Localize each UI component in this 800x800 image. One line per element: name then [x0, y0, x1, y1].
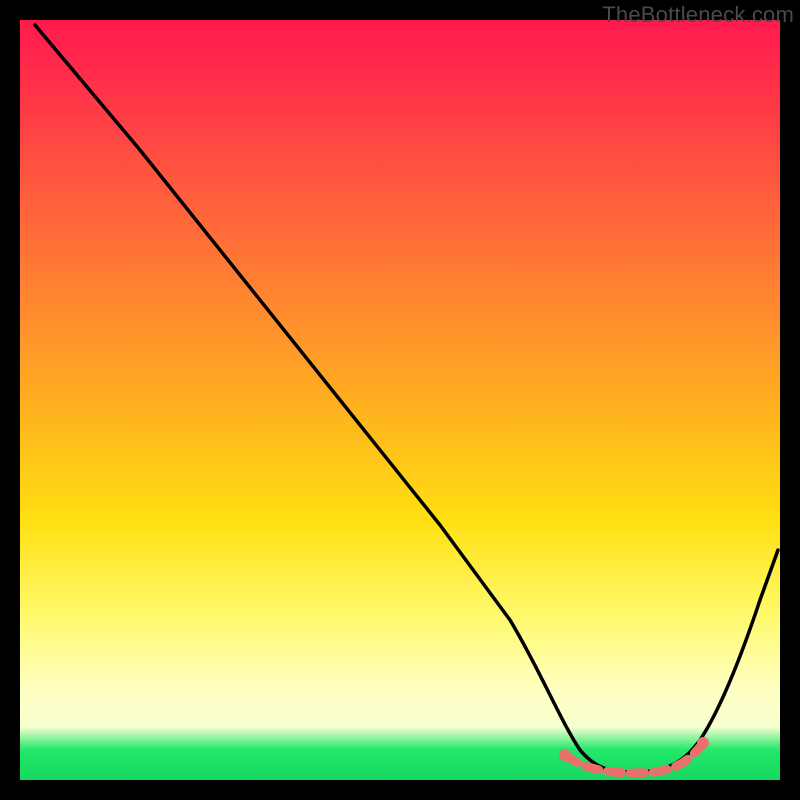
- curve-path: [35, 25, 778, 772]
- bottleneck-line-chart: [20, 20, 780, 780]
- optimal-zone-end-dot: [697, 737, 709, 749]
- optimal-zone-start-dot: [559, 749, 571, 761]
